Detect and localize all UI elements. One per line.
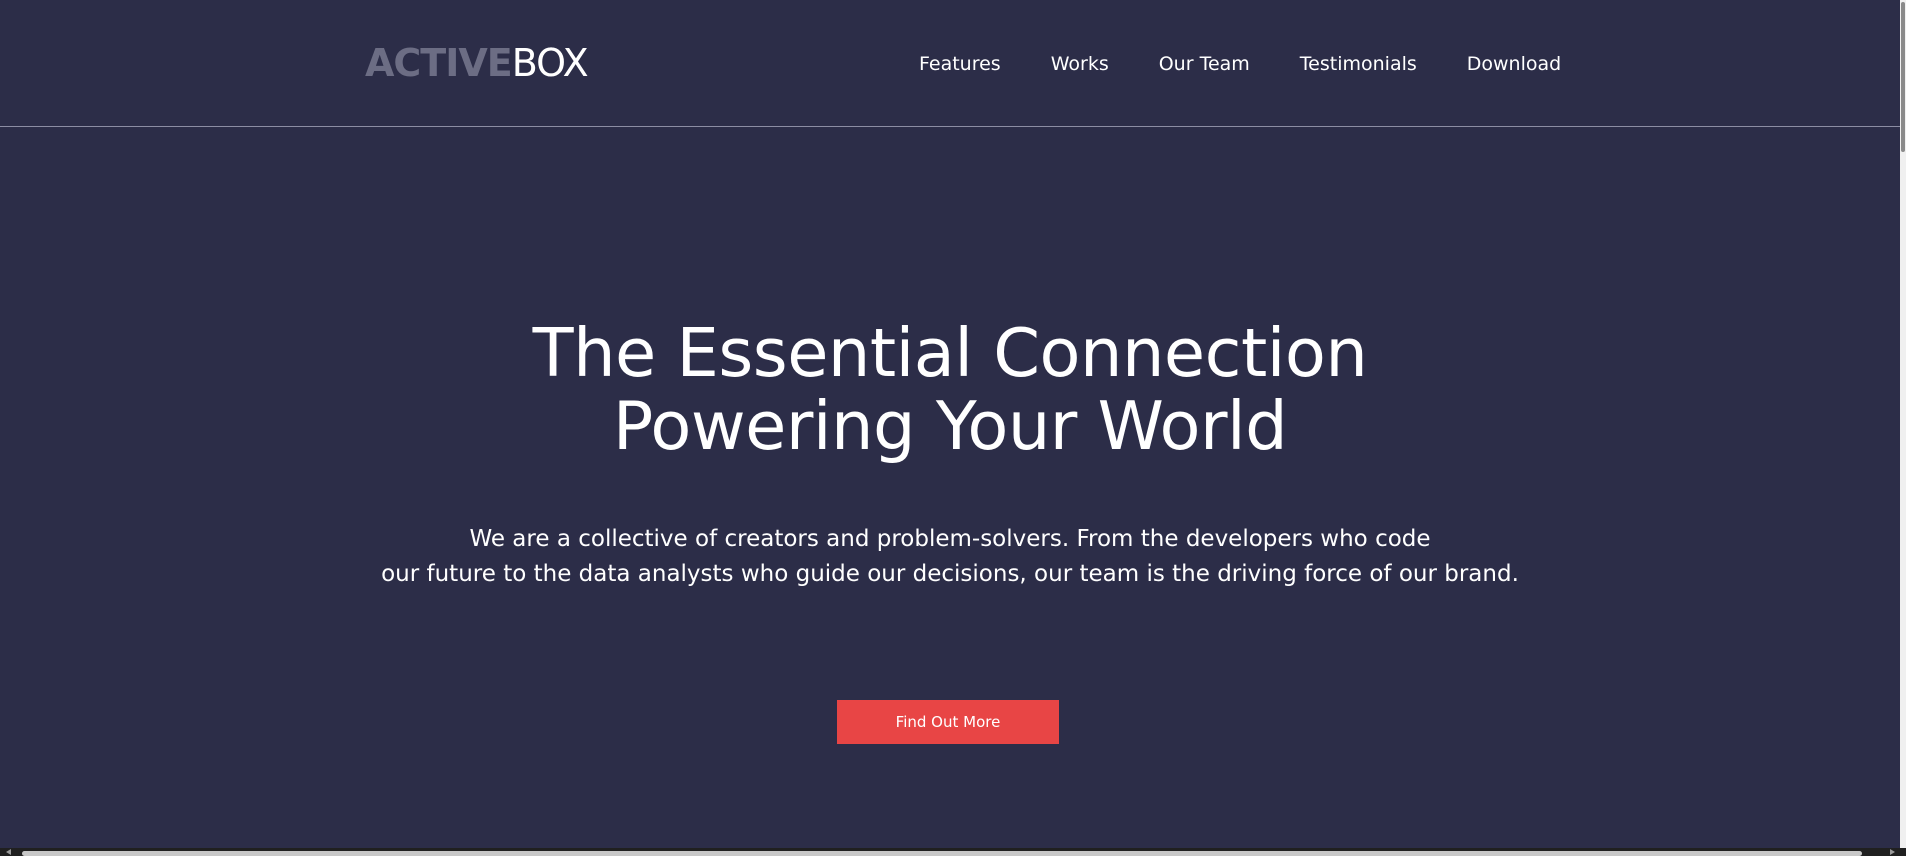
scroll-left-arrow-icon[interactable] — [6, 849, 11, 855]
logo-text-active: ACTIVE — [365, 41, 513, 85]
nav-item-features[interactable]: Features — [919, 50, 1001, 78]
main-nav: Features Works Our Team Testimonials Dow… — [919, 50, 1561, 78]
horizontal-scrollbar-thumb[interactable] — [22, 851, 1862, 856]
nav-item-download[interactable]: Download — [1467, 50, 1561, 78]
nav-item-our-team[interactable]: Our Team — [1159, 50, 1250, 78]
hero-subtitle-line-2: our future to the data analysts who guid… — [381, 561, 1519, 587]
hero-subtitle: We are a collective of creators and prob… — [0, 522, 1900, 592]
hero-title: The Essential Connection Powering Your W… — [0, 317, 1900, 463]
hero-title-line-2: Powering Your World — [612, 387, 1288, 465]
nav-item-testimonials[interactable]: Testimonials — [1300, 50, 1417, 78]
brand-logo[interactable]: ACTIVE BOX — [365, 40, 589, 86]
scroll-right-arrow-icon[interactable] — [1890, 849, 1895, 855]
vertical-scrollbar-thumb[interactable] — [1901, 2, 1905, 152]
horizontal-scrollbar[interactable] — [0, 848, 1906, 856]
nav-item-works[interactable]: Works — [1051, 50, 1109, 78]
page: ACTIVE BOX Features Works Our Team Testim… — [0, 0, 1900, 848]
hero-subtitle-line-1: We are a collective of creators and prob… — [469, 526, 1431, 552]
find-out-more-button[interactable]: Find Out More — [837, 700, 1059, 744]
logo-text-box: BOX — [511, 41, 589, 85]
hero-title-line-1: The Essential Connection — [532, 314, 1368, 392]
vertical-scrollbar[interactable] — [1900, 0, 1906, 848]
site-header: ACTIVE BOX Features Works Our Team Testim… — [0, 0, 1900, 127]
